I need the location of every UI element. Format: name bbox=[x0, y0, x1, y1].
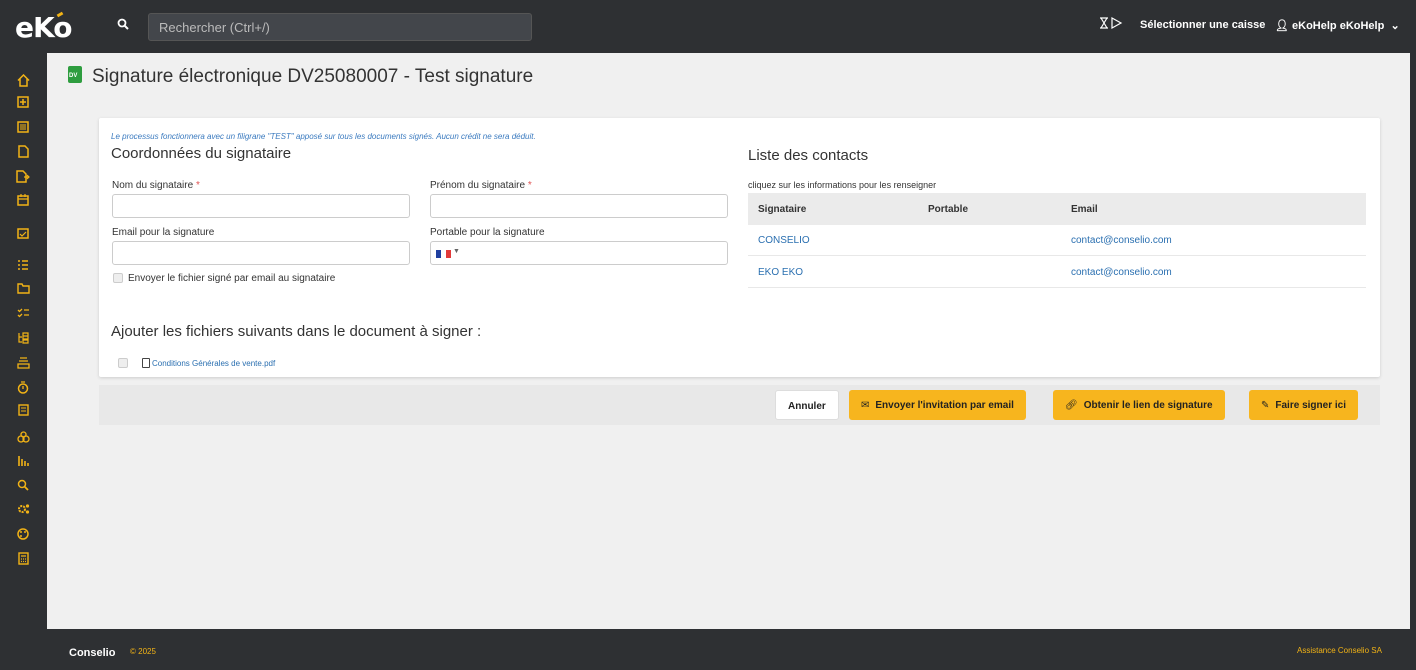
col-portable: Portable bbox=[928, 204, 969, 215]
cancel-label: Annuler bbox=[788, 401, 826, 412]
tree-icon[interactable] bbox=[14, 332, 32, 346]
footer-year: © 2025 bbox=[130, 647, 156, 656]
contact-row[interactable]: EKO EKO contact@conselio.com bbox=[748, 257, 1366, 288]
portable-label: Portable pour la signature bbox=[430, 227, 545, 238]
contact-signataire[interactable]: EKO EKO bbox=[758, 267, 803, 278]
calendar-icon[interactable] bbox=[14, 194, 32, 208]
global-search-input[interactable]: Rechercher (Ctrl+/) bbox=[148, 13, 532, 41]
page-title: Signature électronique DV25080007 - Test… bbox=[92, 66, 534, 87]
contacts-table-header: Signataire Portable Email bbox=[748, 193, 1366, 225]
home-icon[interactable] bbox=[14, 74, 32, 88]
cancel-button[interactable]: Annuler bbox=[775, 390, 839, 420]
calendar-check-icon[interactable] bbox=[14, 227, 32, 241]
inbox-icon[interactable] bbox=[14, 357, 32, 371]
document-icon[interactable] bbox=[14, 404, 32, 418]
attachments-title: Ajouter les fichiers suivants dans le do… bbox=[111, 323, 482, 340]
sign-here-button[interactable]: ✎ Faire signer ici bbox=[1249, 390, 1358, 420]
bar-chart-icon[interactable] bbox=[14, 455, 32, 469]
portable-field[interactable]: ▼ bbox=[430, 241, 728, 265]
settings-icon[interactable] bbox=[14, 503, 32, 517]
nom-label: Nom du signataire * bbox=[112, 180, 200, 191]
list-icon[interactable] bbox=[14, 121, 32, 135]
sign-here-label: Faire signer ici bbox=[1275, 400, 1346, 411]
palette-icon[interactable] bbox=[14, 528, 32, 542]
stopwatch-icon[interactable] bbox=[14, 381, 32, 395]
tasks-icon[interactable] bbox=[14, 259, 32, 273]
signature-form-card: Le processus fonctionnera avec un filigr… bbox=[99, 118, 1380, 377]
calculator-icon[interactable] bbox=[14, 552, 32, 566]
email-field[interactable] bbox=[112, 241, 410, 265]
edit-icon: ✎ bbox=[1261, 400, 1270, 411]
attachment-checkbox[interactable] bbox=[118, 358, 128, 368]
contact-row[interactable]: CONSELIO contact@conselio.com bbox=[748, 225, 1366, 256]
select-caisse-link[interactable]: Sélectionner une caisse bbox=[1140, 19, 1265, 31]
file-export-icon[interactable] bbox=[14, 170, 32, 184]
plus-square-icon[interactable] bbox=[14, 96, 32, 110]
contacts-hint: cliquez sur les informations pour les re… bbox=[748, 180, 937, 190]
contact-signataire[interactable]: CONSELIO bbox=[758, 235, 810, 246]
user-name: eKoHelp eKoHelp bbox=[1292, 20, 1385, 32]
sitemap-icon[interactable] bbox=[14, 431, 32, 445]
hourglass-play-icon[interactable] bbox=[1099, 16, 1123, 32]
assistance-link[interactable]: Assistance Conselio SA bbox=[1297, 646, 1382, 655]
nom-field[interactable] bbox=[112, 194, 410, 218]
file-icon[interactable] bbox=[14, 145, 32, 159]
pdf-file-icon bbox=[142, 358, 150, 368]
france-flag-icon[interactable] bbox=[436, 250, 451, 258]
caret-down-icon[interactable]: ▼ bbox=[453, 248, 460, 255]
envelope-icon: ✉ bbox=[861, 400, 870, 411]
send-invitation-label: Envoyer l'invitation par email bbox=[875, 400, 1014, 411]
col-signataire: Signataire bbox=[758, 204, 807, 215]
checklist-icon[interactable] bbox=[14, 307, 32, 321]
prenom-label: Prénom du signataire * bbox=[430, 180, 532, 191]
search-icon[interactable] bbox=[117, 18, 129, 33]
test-mode-notice: Le processus fonctionnera avec un filigr… bbox=[111, 132, 536, 141]
window-edge bbox=[1410, 0, 1416, 670]
top-bar: eKo Rechercher (Ctrl+/) Sélectionner une… bbox=[0, 0, 1416, 53]
contact-email[interactable]: contact@conselio.com bbox=[1071, 235, 1172, 246]
send-copy-checkbox[interactable] bbox=[113, 273, 123, 283]
link-icon: 🔗︎ bbox=[1065, 400, 1078, 411]
sidebar bbox=[0, 53, 47, 670]
contact-email[interactable]: contact@conselio.com bbox=[1071, 267, 1172, 278]
signatory-section-title: Coordonnées du signataire bbox=[111, 145, 292, 162]
app-logo[interactable]: eKo bbox=[15, 11, 72, 44]
col-email: Email bbox=[1071, 204, 1098, 215]
get-link-button[interactable]: 🔗︎ Obtenir le lien de signature bbox=[1053, 390, 1225, 420]
search-icon[interactable] bbox=[14, 479, 32, 493]
send-copy-label: Envoyer le fichier signé par email au si… bbox=[128, 273, 336, 284]
footer-brand: Conselio bbox=[69, 647, 116, 659]
get-link-label: Obtenir le lien de signature bbox=[1083, 400, 1213, 411]
folder-icon[interactable] bbox=[14, 283, 32, 297]
prenom-field[interactable] bbox=[430, 194, 728, 218]
document-dv-icon bbox=[68, 66, 82, 83]
chevron-down-icon: ⌄ bbox=[1387, 20, 1400, 32]
email-label: Email pour la signature bbox=[112, 227, 215, 238]
user-icon: 👤︎ bbox=[1275, 20, 1289, 32]
contacts-title: Liste des contacts bbox=[748, 147, 869, 164]
send-invitation-button[interactable]: ✉ Envoyer l'invitation par email bbox=[849, 390, 1026, 420]
user-menu[interactable]: 👤︎ eKoHelp eKoHelp ⌄ bbox=[1275, 19, 1400, 32]
footer: Conselio © 2025 Assistance Conselio SA bbox=[47, 629, 1410, 670]
attachment-link[interactable]: Conditions Générales de vente.pdf bbox=[152, 359, 275, 368]
